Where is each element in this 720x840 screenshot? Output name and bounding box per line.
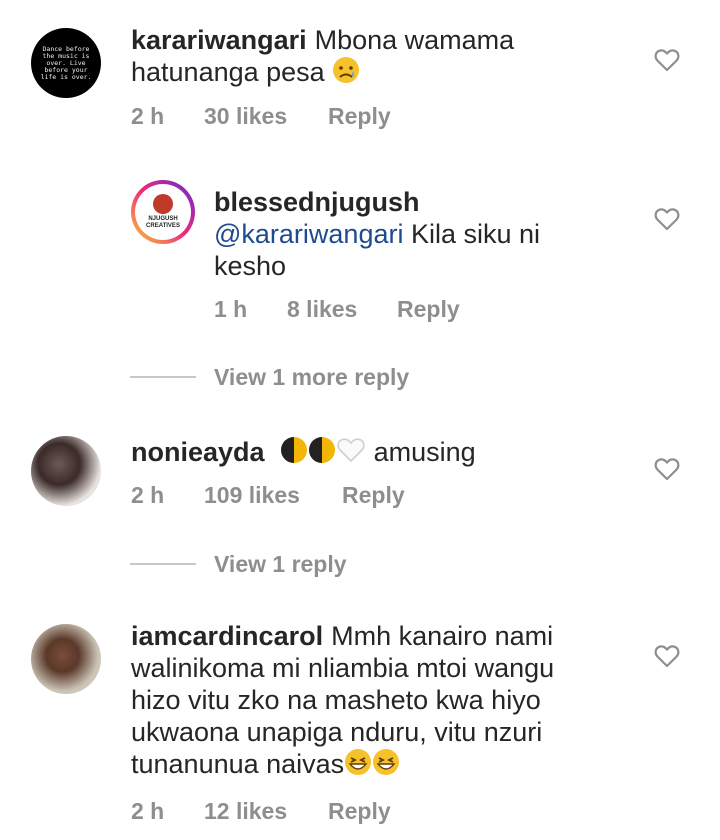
heart-icon[interactable] [654, 457, 680, 481]
comment-likes[interactable]: 109 likes [204, 482, 342, 509]
comment-username[interactable]: nonieayda [131, 437, 265, 467]
comment-likes[interactable]: 12 likes [204, 798, 328, 825]
divider-line [130, 376, 196, 378]
avatar[interactable] [31, 624, 101, 694]
view-more-replies[interactable]: View 1 more reply [130, 362, 430, 392]
comment-meta: 1 h 8 likes Reply [214, 296, 460, 323]
comment-meta: 2 h 30 likes Reply [131, 103, 391, 130]
comment-text: nonieayda amusing [131, 436, 571, 471]
mention-link[interactable]: @karariwangari [214, 219, 403, 249]
reply-button[interactable]: Reply [328, 103, 391, 130]
comment-time: 2 h [131, 482, 165, 508]
avatar[interactable] [31, 436, 101, 506]
half-moon-icon [308, 436, 336, 471]
view-replies[interactable]: View 1 reply [130, 549, 430, 579]
avatar-text: Dance before the music is over. Live bef… [40, 44, 92, 81]
comment-text: blessednjugush @karariwangari Kila siku … [214, 186, 574, 282]
avatar-text: NJUGUSH CREATIVES [146, 216, 180, 229]
half-moon-icon [280, 436, 308, 471]
avatar[interactable]: Dance before the music is over. Live bef… [31, 28, 101, 98]
comment-likes[interactable]: 30 likes [204, 103, 328, 130]
white-heart-icon [336, 436, 366, 471]
reply-button[interactable]: Reply [397, 296, 460, 323]
comment-time: 1 h [214, 296, 248, 322]
divider-line [130, 563, 196, 565]
comment-time: 2 h [131, 103, 165, 129]
view-replies-label[interactable]: View 1 reply [214, 551, 347, 578]
heart-icon[interactable] [654, 207, 680, 231]
heart-icon[interactable] [654, 48, 680, 72]
heart-icon[interactable] [654, 644, 680, 668]
comment-text: karariwangari Mbona wamama hatunanga pesa [131, 24, 571, 91]
comment-time: 2 h [131, 798, 165, 824]
comment-username[interactable]: blessednjugush [214, 187, 420, 217]
grinning-squint-icon [344, 748, 372, 783]
reply-button[interactable]: Reply [342, 482, 405, 509]
comment-meta: 2 h 12 likes Reply [131, 798, 391, 825]
disappointed-face-icon [332, 56, 360, 91]
comment-likes[interactable]: 8 likes [287, 296, 397, 323]
reply-button[interactable]: Reply [328, 798, 391, 825]
grinning-squint-icon [372, 748, 400, 783]
comment-username[interactable]: karariwangari [131, 25, 307, 55]
avatar[interactable]: NJUGUSH CREATIVES [131, 180, 195, 244]
view-more-label[interactable]: View 1 more reply [214, 364, 409, 391]
avatar-figure [153, 194, 173, 214]
comment-username[interactable]: iamcardincarol [131, 621, 323, 651]
comment-body: amusing [373, 437, 476, 467]
comment-meta: 2 h 109 likes Reply [131, 482, 405, 509]
comment-text: iamcardincarol Mmh kanairo nami walinikom… [131, 620, 591, 783]
